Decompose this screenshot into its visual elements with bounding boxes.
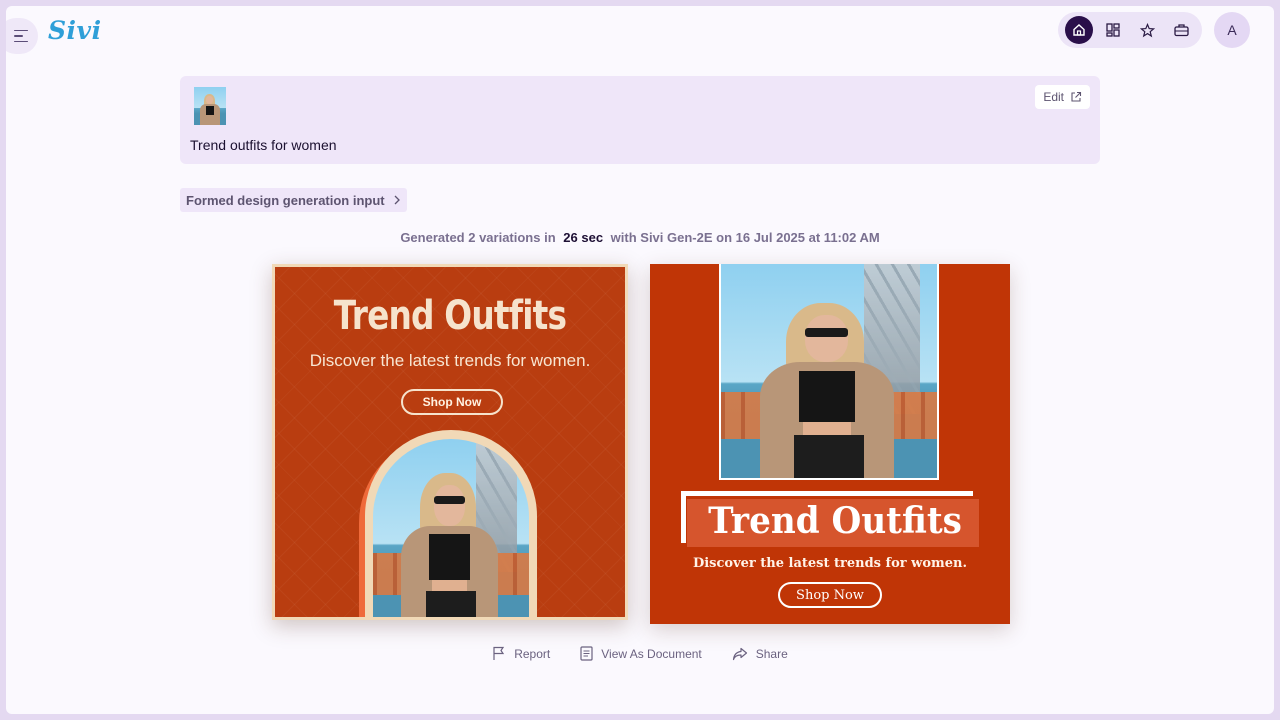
nav-dashboard[interactable] xyxy=(1099,16,1127,44)
nav-briefcase[interactable] xyxy=(1167,16,1195,44)
flag-icon xyxy=(493,646,505,660)
nav-home[interactable] xyxy=(1065,16,1093,44)
design-1-title: Trend Outfits xyxy=(333,293,567,339)
app-frame: Sivi A Trend outfits for women Edit Form… xyxy=(6,6,1274,714)
top-navigation xyxy=(1058,12,1202,48)
prompt-image-thumbnail[interactable] xyxy=(194,87,226,125)
briefcase-icon xyxy=(1173,24,1189,37)
share-label: Share xyxy=(755,646,788,661)
prompt-text: Trend outfits for women xyxy=(190,137,337,153)
edit-label: Edit xyxy=(1043,90,1064,104)
menu-icon xyxy=(14,29,28,43)
design-2-cta: Shop Now xyxy=(778,582,882,608)
dashboard-icon xyxy=(1106,23,1120,37)
design-variation-1[interactable]: Trend Outfits Discover the latest trends… xyxy=(272,264,628,620)
star-icon xyxy=(1139,22,1155,37)
view-as-document-button[interactable]: View As Document xyxy=(580,646,702,661)
design-1-model-photo xyxy=(373,439,529,617)
result-actions: Report View As Document Share xyxy=(6,646,1274,661)
design-2-model-photo xyxy=(719,264,939,480)
menu-button[interactable] xyxy=(6,18,38,54)
design-1-cta: Shop Now xyxy=(401,389,503,415)
formed-input-label: Formed design generation input xyxy=(186,192,385,208)
formed-input-chip[interactable]: Formed design generation input xyxy=(180,188,407,212)
generation-info: Generated 2 variations in 26 sec with Si… xyxy=(6,230,1274,245)
generation-suffix: with Sivi Gen-2E on 16 Jul 2025 at 11:02… xyxy=(610,230,880,245)
prompt-card: Trend outfits for women Edit xyxy=(180,76,1100,164)
report-button[interactable]: Report xyxy=(492,646,550,661)
app-logo[interactable]: Sivi xyxy=(48,16,102,45)
chevron-right-icon xyxy=(394,195,400,205)
home-icon xyxy=(1073,24,1085,36)
report-label: Report xyxy=(514,646,551,661)
generation-duration: 26 sec xyxy=(563,230,604,245)
view-as-document-label: View As Document xyxy=(601,646,702,661)
share-icon xyxy=(732,647,747,660)
user-avatar[interactable]: A xyxy=(1214,12,1250,48)
design-1-subtitle: Discover the latest trends for women. xyxy=(309,351,591,370)
document-icon xyxy=(580,646,593,661)
share-button[interactable]: Share xyxy=(732,646,788,661)
thumbnail-photo xyxy=(194,87,226,125)
generation-prefix: Generated 2 variations in xyxy=(400,230,556,245)
external-link-icon xyxy=(1071,91,1082,102)
edit-button[interactable]: Edit xyxy=(1035,85,1090,109)
design-2-title: Trend Outfits xyxy=(708,500,962,542)
nav-favorites[interactable] xyxy=(1133,16,1161,44)
design-variation-2[interactable]: Trend Outfits Discover the latest trends… xyxy=(650,264,1010,624)
design-2-subtitle: Discover the latest trends for women. xyxy=(692,556,968,571)
